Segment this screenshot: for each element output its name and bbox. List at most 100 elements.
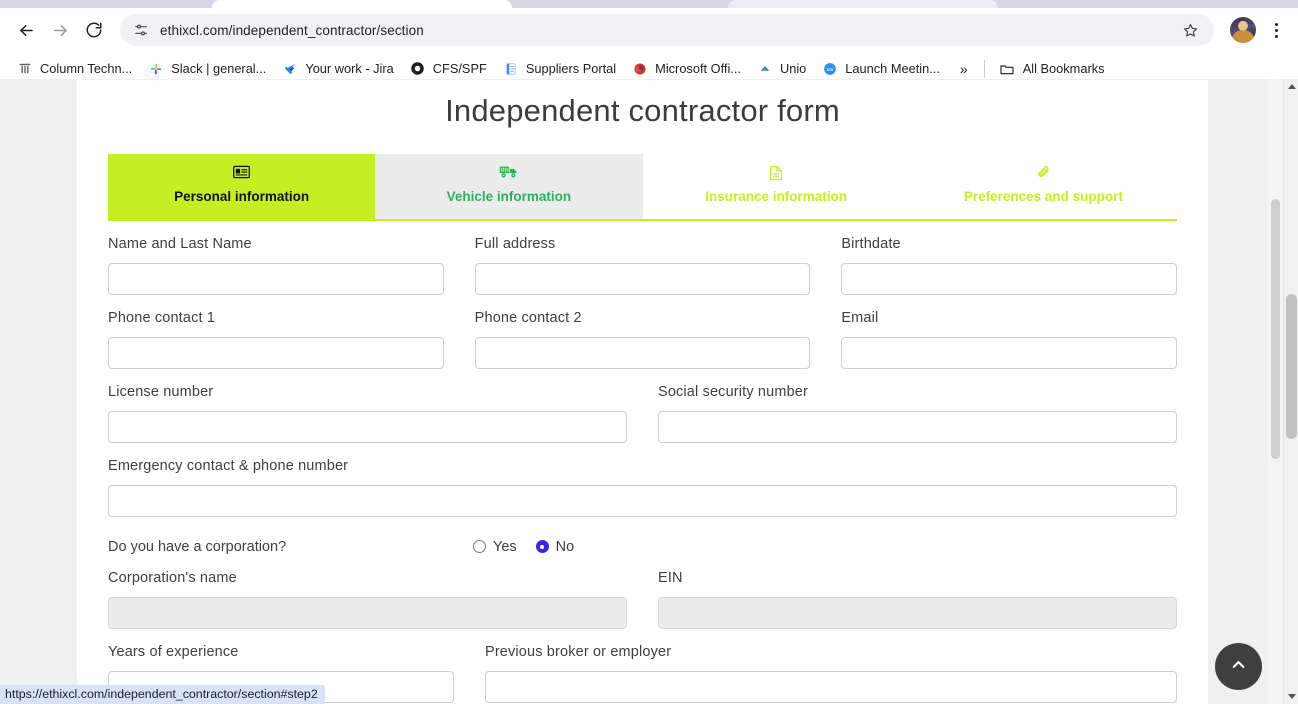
profile-avatar[interactable] — [1230, 17, 1256, 43]
step-tabs: Personal information Vehicle information… — [108, 154, 1177, 221]
form-body: Name and Last Name Full address Birthdat… — [77, 233, 1208, 704]
address-bar[interactable]: ethixcl.com/independent_contractor/secti… — [120, 14, 1214, 46]
field-label: Full address — [474, 235, 556, 252]
browser-toolbar: ethixcl.com/independent_contractor/secti… — [0, 8, 1298, 52]
radio-label: Yes — [493, 538, 517, 555]
bookmark-unio[interactable]: Unio — [749, 57, 814, 81]
bookmark-slack[interactable]: Slack | general... — [140, 57, 274, 81]
field-label: Birthdate — [841, 235, 901, 252]
scroll-to-top-button[interactable] — [1215, 643, 1262, 690]
chevron-up-icon — [1229, 655, 1248, 679]
scrollbar-up-arrow[interactable] — [1284, 79, 1298, 94]
tab-label: Preferences and support — [963, 189, 1123, 204]
document-icon — [503, 61, 519, 77]
url-text: ethixcl.com/independent_contractor/secti… — [160, 22, 424, 38]
tab-label: Insurance information — [705, 189, 848, 204]
github-icon — [410, 61, 426, 77]
birthdate-input[interactable] — [841, 262, 1178, 295]
field-full-address: Full address — [474, 233, 811, 295]
bookmark-label: Your work - Jira — [305, 61, 394, 76]
field-corporation-name: Corporation's name — [108, 567, 627, 629]
bookmark-suppliers-portal[interactable]: Suppliers Portal — [495, 57, 624, 81]
form-row-4: Emergency contact & phone number — [108, 455, 1177, 517]
all-bookmarks-button[interactable]: All Bookmarks — [993, 57, 1111, 81]
phone-contact-1-input[interactable] — [108, 336, 444, 369]
form-row-2: Phone contact 1 Phone contact 2 Email — [108, 307, 1178, 369]
bookmarks-overflow-button[interactable]: » — [952, 59, 976, 79]
phone-contact-2-input[interactable] — [474, 336, 811, 369]
bookmarks-divider — [983, 59, 985, 78]
bookmark-star-icon[interactable] — [1178, 18, 1202, 42]
field-email: Email — [841, 307, 1178, 369]
radio-option-yes[interactable]: Yes — [473, 539, 517, 555]
browser-tab-active[interactable] — [212, 0, 512, 8]
bookmark-label: Unio — [779, 61, 807, 76]
truck-icon — [379, 165, 638, 184]
bookmark-label: CFS/SPF — [432, 61, 487, 76]
forward-button[interactable] — [44, 14, 76, 46]
jira-icon — [282, 61, 298, 77]
tab-preferences-and-support[interactable]: Preferences and support — [909, 154, 1177, 219]
full-address-input[interactable] — [474, 262, 811, 295]
radio-label: No — [555, 538, 575, 555]
tab-label: Personal information — [174, 189, 310, 204]
tab-label: Vehicle information — [446, 189, 572, 204]
field-label: Emergency contact & phone number — [108, 457, 349, 474]
scrollbar-down-arrow[interactable] — [1284, 689, 1298, 704]
field-label: Name and Last Name — [108, 235, 252, 252]
field-label: Email — [841, 309, 879, 326]
radio-circle-yes[interactable] — [473, 540, 486, 554]
page-viewport: Independent contractor form Personal inf… — [0, 79, 1298, 704]
browser-scrollbar[interactable] — [1283, 79, 1298, 704]
column-icon — [17, 61, 33, 77]
link-status-bar: https://ethixcl.com/independent_contract… — [0, 685, 325, 704]
all-bookmarks-label: All Bookmarks — [1022, 61, 1105, 76]
browser-menu-icon[interactable] — [1264, 16, 1288, 44]
corporation-name-input[interactable] — [108, 596, 627, 629]
name-last-name-input[interactable] — [108, 262, 444, 295]
unio-icon — [757, 61, 773, 77]
bookmark-label: Launch Meetin... — [845, 61, 940, 76]
bookmark-microsoft-office[interactable]: Microsoft Offi... — [624, 57, 749, 81]
form-row-5: Corporation's name EIN — [108, 567, 1177, 629]
emergency-contact-input[interactable] — [108, 484, 1177, 517]
field-birthdate: Birthdate — [841, 233, 1178, 295]
field-label: Previous broker or employer — [485, 643, 672, 660]
social-security-number-input[interactable] — [658, 410, 1177, 443]
tab-vehicle-information[interactable]: Vehicle information — [375, 154, 643, 219]
bookmark-launch-meeting[interactable]: zm Launch Meetin... — [814, 57, 948, 81]
radio-circle-no[interactable] — [535, 540, 549, 554]
microsoft-office-icon — [632, 61, 648, 77]
folder-icon — [999, 61, 1015, 77]
tab-personal-information[interactable]: Personal information — [108, 154, 376, 219]
paperclip-icon — [914, 165, 1173, 184]
slack-icon — [148, 61, 164, 77]
field-label: License number — [108, 383, 214, 400]
radio-option-no[interactable]: No — [535, 538, 575, 555]
field-previous-broker: Previous broker or employer — [485, 641, 1177, 703]
bookmark-jira[interactable]: Your work - Jira — [274, 57, 401, 81]
bookmark-column-techn[interactable]: Column Techn... — [9, 57, 140, 81]
email-input[interactable] — [841, 336, 1178, 369]
page-scrollbar[interactable] — [1268, 79, 1283, 704]
browser-scrollbar-thumb[interactable] — [1286, 294, 1297, 439]
id-card-icon — [112, 165, 371, 184]
field-phone-contact-2: Phone contact 2 — [474, 307, 811, 369]
tab-insurance-information[interactable]: Insurance information — [642, 154, 910, 219]
ein-input[interactable] — [658, 596, 1177, 629]
field-label: Social security number — [658, 383, 808, 400]
site-settings-icon[interactable] — [132, 21, 150, 39]
bookmark-label: Suppliers Portal — [525, 61, 617, 76]
reload-button[interactable] — [78, 14, 110, 46]
form-card: Independent contractor form Personal inf… — [77, 80, 1208, 704]
bookmark-cfs-spf[interactable]: CFS/SPF — [402, 57, 495, 81]
field-name-last-name: Name and Last Name — [108, 233, 444, 295]
previous-broker-input[interactable] — [485, 670, 1177, 703]
license-number-input[interactable] — [108, 410, 627, 443]
form-row-3: License number Social security number — [108, 381, 1177, 443]
form-row-1: Name and Last Name Full address Birthdat… — [108, 233, 1178, 295]
field-ein: EIN — [658, 567, 1177, 629]
page-scrollbar-thumb[interactable] — [1271, 199, 1280, 459]
back-button[interactable] — [10, 14, 42, 46]
browser-tab-inactive[interactable] — [728, 0, 998, 8]
